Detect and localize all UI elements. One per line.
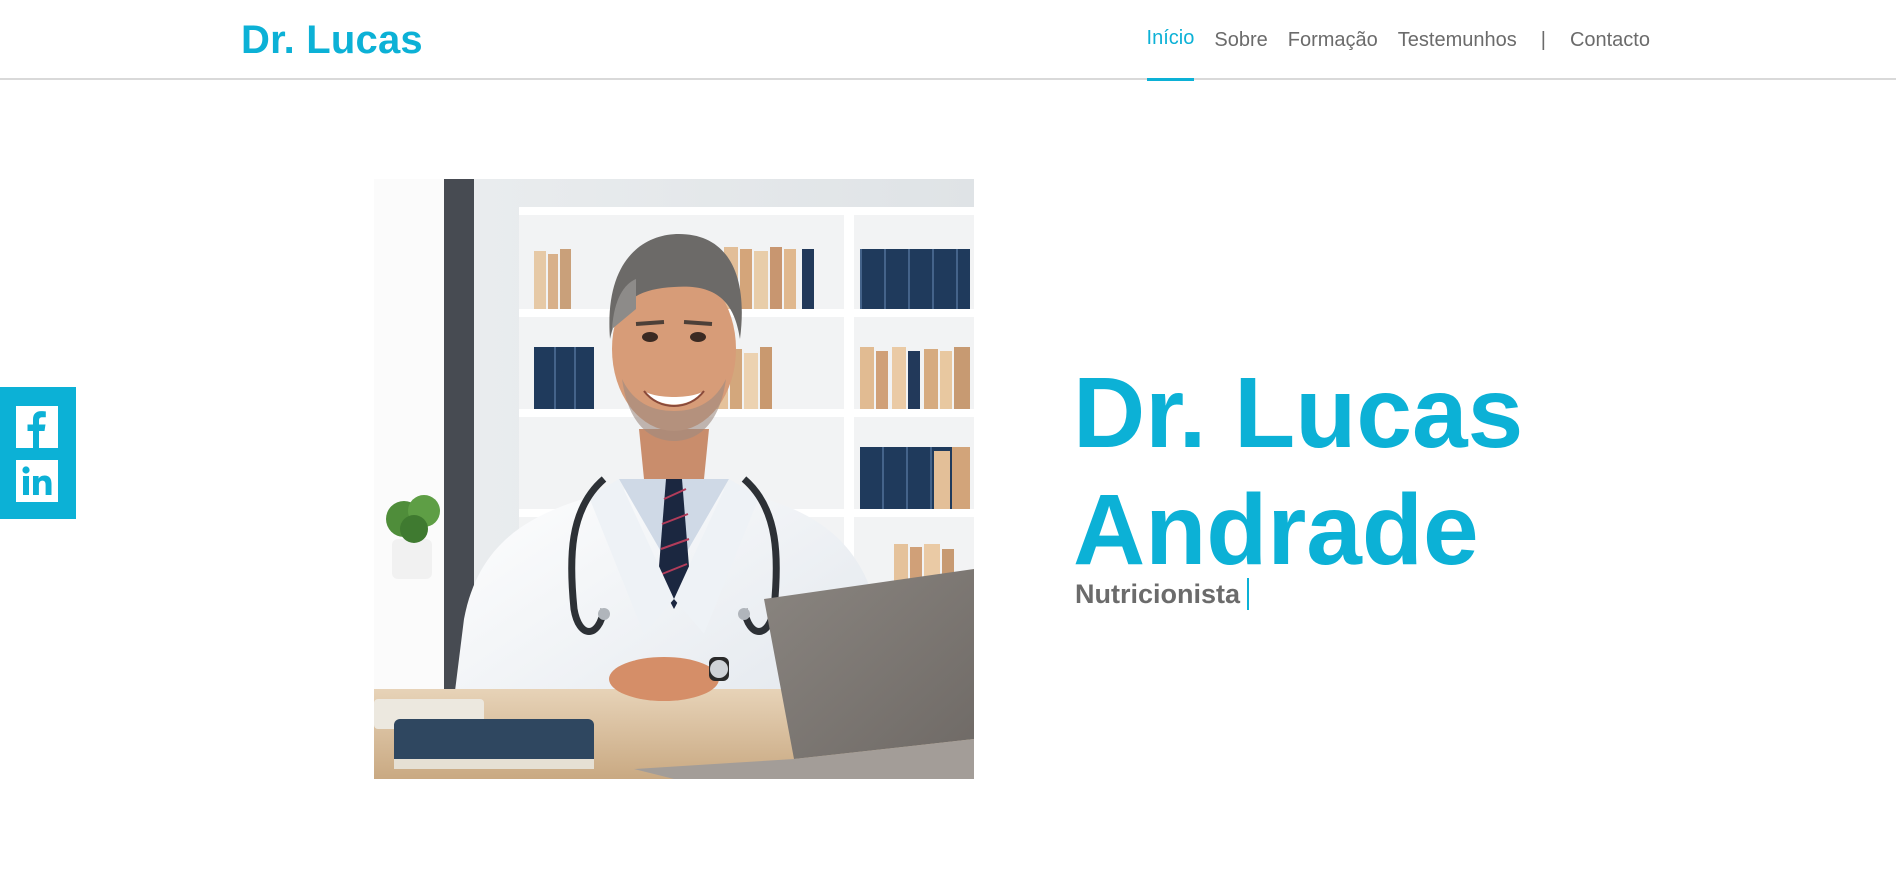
nav-link-contacto[interactable]: Contacto <box>1560 0 1660 80</box>
nav-link-formacao[interactable]: Formação <box>1278 0 1388 80</box>
social-sidebar <box>0 387 76 519</box>
hero-name-line1: Dr. Lucas <box>1073 357 1524 469</box>
doctor-portrait-photo <box>374 179 974 779</box>
typing-cursor <box>1247 578 1250 610</box>
hero-name-line2: Andrade <box>1073 474 1479 586</box>
main-nav: Início Sobre Formação Testemunhos | Cont… <box>1137 0 1660 81</box>
nav-separator: | <box>1540 28 1546 51</box>
top-navbar: Dr. Lucas Início Sobre Formação Testemun… <box>0 0 1896 81</box>
hero-name: Dr. Lucas Andrade <box>1073 355 1523 589</box>
hero-role-text: Nutricionista <box>1075 578 1241 609</box>
facebook-icon[interactable] <box>16 406 58 448</box>
nav-link-inicio[interactable]: Início <box>1137 0 1205 81</box>
nav-link-testemunhos[interactable]: Testemunhos <box>1388 0 1527 80</box>
linkedin-icon[interactable] <box>16 460 58 502</box>
nav-link-sobre[interactable]: Sobre <box>1204 0 1277 80</box>
hero-role: Nutricionista <box>1075 578 1250 610</box>
brand-logo-text[interactable]: Dr. Lucas <box>241 18 423 63</box>
